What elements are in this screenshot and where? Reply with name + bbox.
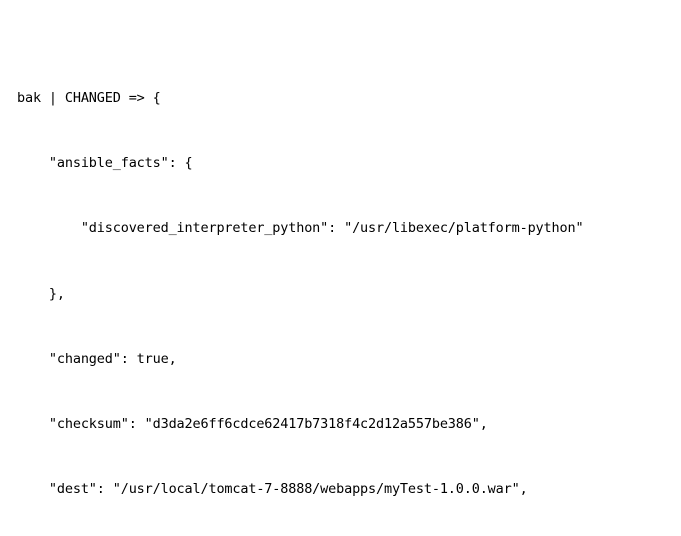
- log-line-checksum: "checksum": "d3da2e6ff6cdce62417b7318f4c…: [17, 415, 488, 432]
- log-line-task-header: bak | CHANGED => {: [17, 90, 161, 107]
- log-line-ansible-facts-open: "ansible_facts": {: [17, 155, 193, 172]
- log-line-changed: "changed": true,: [17, 350, 177, 367]
- log-line-dest: "dest": "/usr/local/tomcat-7-8888/webapp…: [17, 480, 528, 497]
- log-line-discovered-interpreter-python: "discovered_interpreter_python": "/usr/l…: [17, 220, 584, 237]
- log-line-clipped-top: [17, 23, 681, 45]
- log-line-ansible-facts-close: },: [17, 285, 65, 302]
- console-log-text[interactable]: bak | CHANGED => { "ansible_facts": { "d…: [17, 2, 681, 536]
- console-output-pane: bak | CHANGED => { "ansible_facts": { "d…: [0, 0, 681, 536]
